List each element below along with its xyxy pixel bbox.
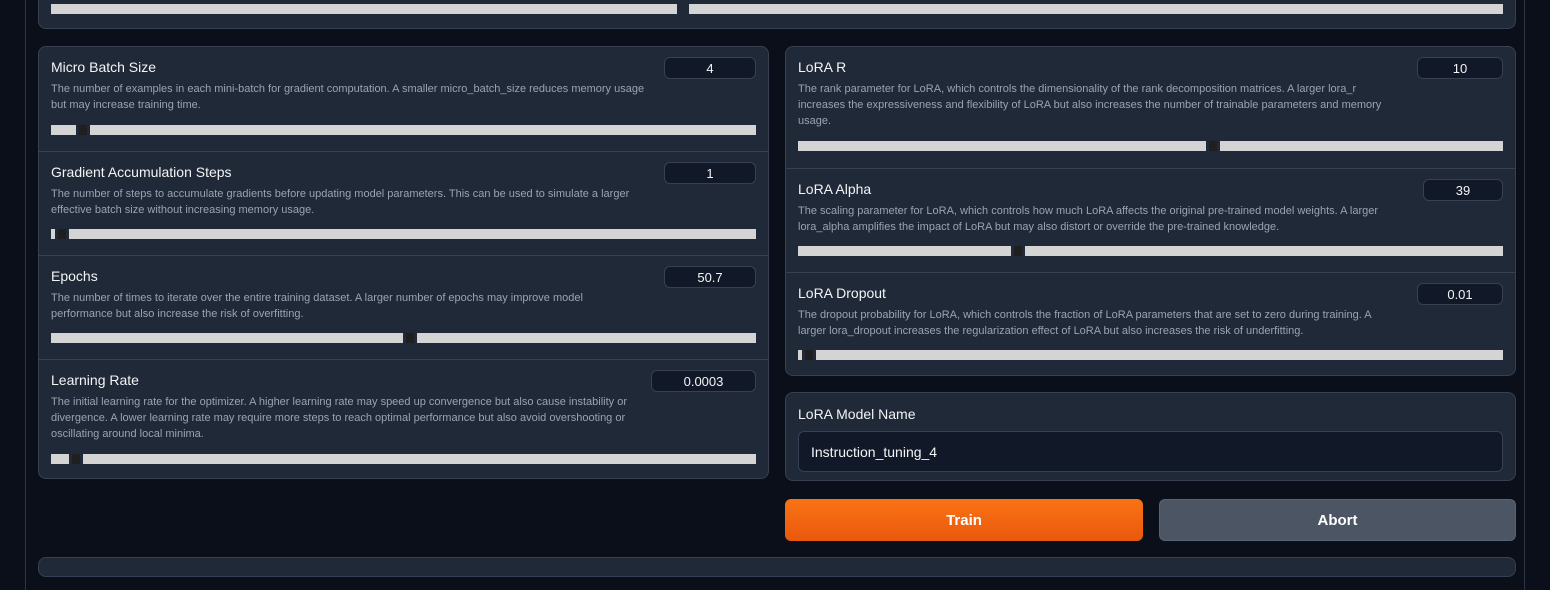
param-description: The number of times to iterate over the … xyxy=(51,292,583,320)
learning-rate-row: Learning Rate The initial learning rate … xyxy=(39,359,768,478)
param-description: The rank parameter for LoRA, which contr… xyxy=(798,83,1382,127)
learning-rate-input[interactable] xyxy=(651,370,756,392)
slider-track-remaining[interactable] xyxy=(69,229,756,239)
param-label: LoRA R xyxy=(798,59,847,75)
lora-alpha-slider[interactable] xyxy=(798,246,1503,256)
slider-thumb[interactable] xyxy=(72,454,80,464)
lora-r-row: LoRA R The rank parameter for LoRA, whic… xyxy=(786,47,1515,168)
slider-track-filled[interactable] xyxy=(51,229,55,239)
slider-track-remaining[interactable] xyxy=(1025,246,1503,256)
param-description: The number of steps to accumulate gradie… xyxy=(51,188,630,216)
slider-track-remaining[interactable] xyxy=(417,333,756,343)
slider-track-filled[interactable] xyxy=(51,333,403,343)
lora-model-name-label: LoRA Model Name xyxy=(798,406,916,422)
previous-settings-panel xyxy=(38,0,1516,29)
slider-thumb[interactable] xyxy=(79,125,87,135)
learning-rate-slider[interactable] xyxy=(51,454,756,464)
next-section-panel xyxy=(38,557,1516,577)
slider-track-filled[interactable] xyxy=(798,350,802,360)
slider-thumb[interactable] xyxy=(805,350,813,360)
previous-slider-track-right[interactable] xyxy=(689,4,1503,14)
slider-thumb[interactable] xyxy=(1209,141,1217,151)
gradient-accumulation-input[interactable] xyxy=(664,162,756,184)
param-label: Gradient Accumulation Steps xyxy=(51,164,232,180)
lora-alpha-input[interactable] xyxy=(1423,179,1503,201)
param-description: The scaling parameter for LoRA, which co… xyxy=(798,205,1379,233)
epochs-slider[interactable] xyxy=(51,333,756,343)
gradient-accumulation-slider[interactable] xyxy=(51,229,756,239)
micro-batch-size-input[interactable] xyxy=(664,57,756,79)
epochs-input[interactable] xyxy=(664,266,756,288)
param-label: LoRA Dropout xyxy=(798,285,886,301)
slider-thumb[interactable] xyxy=(406,333,414,343)
slider-track-remaining[interactable] xyxy=(1220,141,1503,151)
param-label: Epochs xyxy=(51,268,98,284)
slider-thumb[interactable] xyxy=(58,229,66,239)
slider-track-remaining[interactable] xyxy=(816,350,1503,360)
slider-track-filled[interactable] xyxy=(51,125,76,135)
lora-dropout-slider[interactable] xyxy=(798,350,1503,360)
slider-track-remaining[interactable] xyxy=(83,454,756,464)
slider-track-filled[interactable] xyxy=(798,141,1206,151)
epochs-row: Epochs The number of times to iterate ov… xyxy=(39,255,768,359)
slider-thumb[interactable] xyxy=(1014,246,1022,256)
slider-track-remaining[interactable] xyxy=(90,125,756,135)
param-label: Micro Batch Size xyxy=(51,59,157,75)
lora-r-input[interactable] xyxy=(1417,57,1503,79)
micro-batch-size-slider[interactable] xyxy=(51,125,756,135)
param-description: The number of examples in each mini-batc… xyxy=(51,83,645,111)
lora-dropout-row: LoRA Dropout The dropout probability for… xyxy=(786,272,1515,375)
slider-track-filled[interactable] xyxy=(51,454,69,464)
param-description: The initial learning rate for the optimi… xyxy=(51,396,627,440)
lora-params-panel: LoRA R The rank parameter for LoRA, whic… xyxy=(785,46,1516,376)
previous-slider-track-left[interactable] xyxy=(51,4,677,14)
train-button[interactable]: Train xyxy=(785,499,1143,541)
param-label: LoRA Alpha xyxy=(798,181,872,197)
param-label: Learning Rate xyxy=(51,372,139,388)
micro-batch-size-row: Micro Batch Size The number of examples … xyxy=(39,47,768,151)
lora-model-name-input[interactable] xyxy=(798,431,1503,472)
abort-button[interactable]: Abort xyxy=(1159,499,1516,541)
slider-track-filled[interactable] xyxy=(798,246,1011,256)
lora-model-name-panel: LoRA Model Name xyxy=(785,392,1516,481)
param-description: The dropout probability for LoRA, which … xyxy=(798,309,1372,337)
lora-r-slider[interactable] xyxy=(798,141,1503,151)
lora-alpha-row: LoRA Alpha The scaling parameter for LoR… xyxy=(786,168,1515,272)
training-params-panel: Micro Batch Size The number of examples … xyxy=(38,46,769,479)
gradient-accumulation-row: Gradient Accumulation Steps The number o… xyxy=(39,151,768,255)
lora-dropout-input[interactable] xyxy=(1417,283,1503,305)
